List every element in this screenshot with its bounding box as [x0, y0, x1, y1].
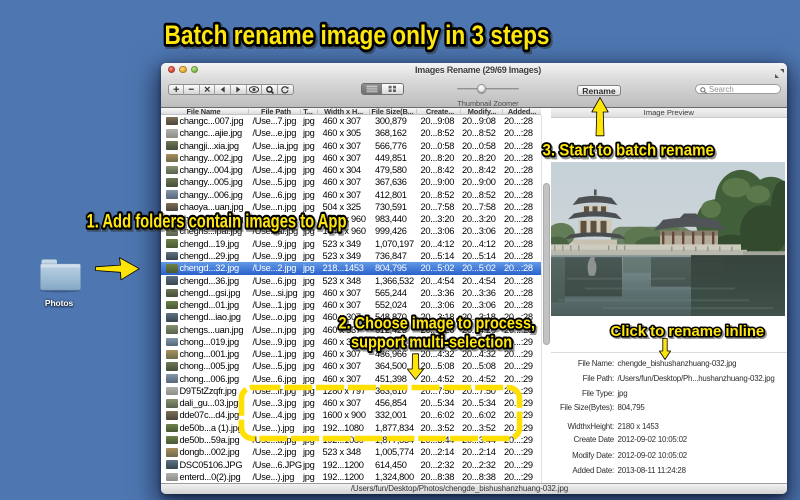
svg-text:Batch rename image only in 3 s: Batch rename image only in 3 steps	[166, 22, 551, 52]
svg-text:Batch rename image only in 3 s: Batch rename image only in 3 steps	[165, 20, 550, 50]
